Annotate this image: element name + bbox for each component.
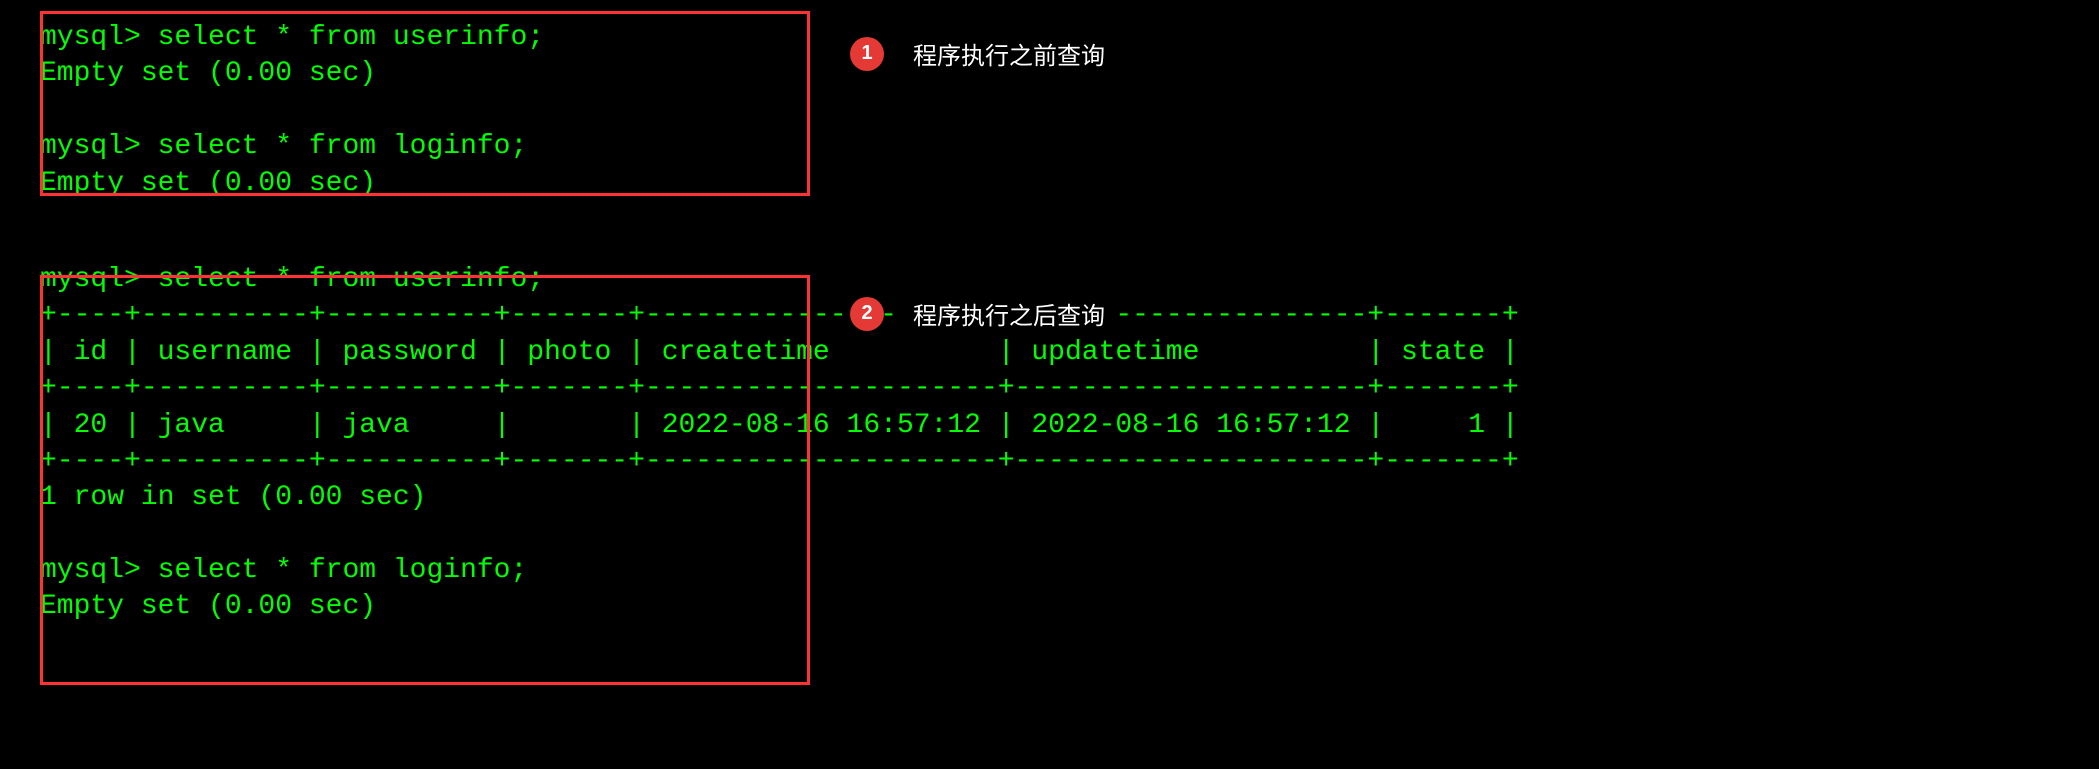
annotation-after: 2 程序执行之后查询 [850, 290, 1119, 337]
table-border-bottom: +----+----------+----------+-------+----… [40, 444, 2059, 480]
query-loginfo-after: mysql> select * from loginfo; [40, 553, 2059, 589]
badge-number-1: 1 [850, 37, 884, 71]
table-header-row: | id | username | password | photo | cre… [40, 335, 2059, 371]
blank-line [40, 93, 2059, 129]
result-loginfo-before: Empty set (0.00 sec) [40, 166, 2059, 202]
result-userinfo-after: 1 row in set (0.00 sec) [40, 480, 2059, 516]
blank-line-2 [40, 517, 2059, 553]
annotation-label-before: 程序执行之前查询 [899, 30, 1119, 77]
table-data-row: | 20 | java | java | | 2022-08-16 16:57:… [40, 408, 2059, 444]
annotation-before: 1 程序执行之前查询 [850, 30, 1119, 77]
annotation-label-after: 程序执行之后查询 [899, 290, 1119, 337]
query-loginfo-before: mysql> select * from loginfo; [40, 129, 2059, 165]
badge-number-2: 2 [850, 297, 884, 331]
result-loginfo-after: Empty set (0.00 sec) [40, 589, 2059, 625]
table-border-mid: +----+----------+----------+-------+----… [40, 371, 2059, 407]
